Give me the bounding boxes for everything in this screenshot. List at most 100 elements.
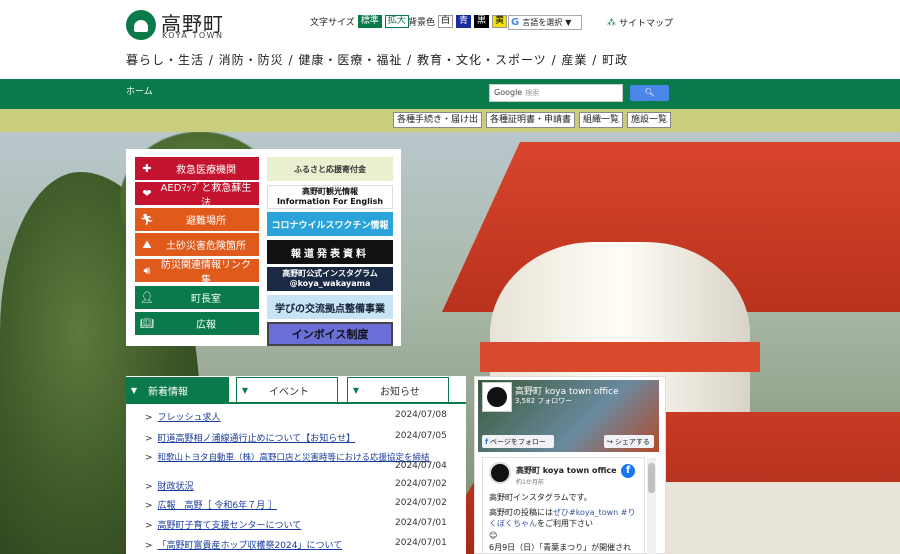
covid-vaccine-banner[interactable]: コロナウイルスワクチン情報 — [267, 212, 393, 236]
quick-link-label: 町長室 — [191, 294, 221, 305]
news-date: 2024/07/01 — [395, 518, 447, 528]
google-g-icon: G — [511, 17, 520, 28]
chevron-right-icon: > — [145, 541, 153, 551]
quick-link-label: 避難場所 — [186, 216, 226, 227]
facebook-logo-icon[interactable]: f — [621, 464, 635, 478]
press-release-banner[interactable]: 報道発表資料 — [267, 240, 393, 264]
news-item[interactable]: > 「高野町富貴産ホップ収穫祭2024」について 2024/07/01 — [145, 538, 455, 551]
news-date: 2024/07/04 — [395, 461, 447, 471]
furusato-donation-banner[interactable]: ふるさと応援寄付金 — [267, 157, 393, 181]
search-brand: Google — [494, 88, 523, 97]
facebook-scrollbar-thumb[interactable] — [648, 463, 655, 493]
news-date: 2024/07/02 — [395, 479, 447, 489]
tab-notices[interactable]: ▼ お知らせ — [347, 377, 449, 403]
facebook-post-avatar[interactable] — [489, 462, 511, 484]
instagram-banner-title: 高野町公式インスタグラム — [282, 269, 378, 278]
post-text-part: をご利用下さい — [537, 519, 593, 528]
instagram-banner[interactable]: 高野町公式インスタグラム @koya_wakayama — [267, 267, 393, 291]
news-title[interactable]: 広報 高野［ 令和6年７月 ］ — [158, 501, 277, 511]
tab-events[interactable]: ▼ イベント — [236, 377, 338, 403]
tourism-banner-title: 高野町観光情報 — [302, 187, 358, 196]
aed-map-link[interactable]: ❤ AEDﾏｯﾌﾟと救急蘇生法 — [135, 182, 259, 209]
pagoda-band — [480, 342, 760, 372]
quick-link-label: 救急医療機関 — [176, 165, 236, 176]
bg-white-button[interactable]: 白 — [438, 15, 454, 28]
facilities-button[interactable]: 施設一覧 — [627, 112, 672, 128]
news-item[interactable]: > 町道高野相ノ浦線通行止めについて【お知らせ】 2024/07/05 — [145, 431, 455, 444]
news-title[interactable]: 「高野町富貴産ホップ収穫祭2024」について — [158, 541, 343, 551]
facebook-post-text: ☺ — [489, 531, 498, 540]
font-size-standard-button[interactable]: 標準 — [357, 15, 382, 28]
bg-color-control: 背景色 白 青 黒 黄 — [408, 15, 508, 28]
font-size-large-button[interactable]: 拡大 — [384, 15, 409, 28]
sitemap-label: サイトマップ — [619, 19, 674, 29]
site-logo[interactable]: 高野町 KOYA TOWN — [126, 10, 236, 44]
organizations-button[interactable]: 組織一覧 — [579, 112, 624, 128]
bg-black-button[interactable]: 黒 — [474, 15, 490, 28]
facebook-post-author[interactable]: 高野町 koya town office — [516, 465, 617, 476]
facebook-post-time[interactable]: 約1か月前 — [516, 477, 544, 486]
evacuation-sites-link[interactable]: 🏃︎ 避難場所 — [135, 208, 259, 231]
chevron-right-icon: > — [145, 453, 153, 463]
language-select[interactable]: G 言語を選択 ▼ — [508, 15, 582, 30]
facebook-page-avatar[interactable] — [482, 382, 512, 412]
invoice-system-banner[interactable]: インボイス制度 — [267, 322, 393, 346]
disaster-links-link[interactable]: 🔊︎ 防災関連情報リンク集 — [135, 259, 259, 286]
person-icon: 👤︎ — [140, 291, 154, 304]
news-title[interactable]: 和歌山トヨタ自動車（株）高野口店と災害時等における応援協定を締結 — [158, 453, 430, 463]
bg-yellow-button[interactable]: 黄 — [492, 15, 508, 28]
quick-nav-buttons: 各種手続き・届け出 各種証明書・申請書 組織一覧 施設一覧 — [393, 112, 672, 128]
book-icon: 📖︎ — [140, 317, 154, 330]
news-title[interactable]: フレッシュ求人 — [158, 413, 221, 423]
font-size-label: 文字サイズ — [310, 18, 355, 28]
tab-label: お知らせ — [380, 387, 420, 398]
sitemap-link[interactable]: ⁂ サイトマップ — [607, 16, 674, 30]
facebook-post-text: 高野町の投稿にはぜひ#koya_town #りくぼくちゃんをご利用下さい — [489, 507, 639, 529]
news-item[interactable]: > 広報 高野［ 令和6年７月 ］ 2024/07/02 — [145, 498, 455, 511]
font-size-control: 文字サイズ 標準 拡大 — [310, 15, 409, 28]
tourism-info-banner[interactable]: 高野町観光情報 Information For English — [267, 185, 393, 209]
bg-blue-button[interactable]: 青 — [456, 15, 472, 28]
news-date: 2024/07/05 — [395, 431, 447, 441]
emergency-hospitals-link[interactable]: ✚ 救急医療機関 — [135, 157, 259, 180]
landslide-icon: ⛰ — [142, 237, 152, 251]
breadcrumb-home[interactable]: ホーム — [126, 84, 153, 97]
heart-icon: ❤ — [142, 187, 152, 200]
news-date: 2024/07/01 — [395, 538, 447, 548]
language-select-label: 言語を選択 — [522, 18, 563, 27]
news-date: 2024/07/08 — [395, 410, 447, 420]
chevron-right-icon: > — [145, 482, 153, 492]
landslide-danger-link[interactable]: ⛰ 土砂災害危険箇所 — [135, 233, 259, 256]
chevron-right-icon: > — [145, 413, 153, 423]
search-placeholder: 検索 — [525, 89, 540, 97]
certificates-button[interactable]: 各種証明書・申請書 — [486, 112, 576, 128]
news-item[interactable]: > 財政状況 2024/07/02 — [145, 479, 455, 492]
news-item[interactable]: > 高野町子育て支援センターについて 2024/07/01 — [145, 518, 455, 531]
sitemap-icon: ⁂ — [607, 17, 616, 28]
global-nav[interactable]: 暮らし・生活 / 消防・防災 / 健康・医療・福祉 / 教育・文化・スポーツ /… — [126, 51, 628, 68]
facebook-follow-button[interactable]: f ページをフォロー — [482, 435, 554, 448]
news-title[interactable]: 町道高野相ノ浦線通行止めについて【お知らせ】 — [158, 434, 356, 444]
facebook-share-button[interactable]: ↪ シェアする — [604, 435, 654, 448]
facebook-post-text: 高野町インスタグラムです。 — [489, 493, 592, 502]
procedures-button[interactable]: 各種手続き・届け出 — [393, 112, 483, 128]
tab-label: イベント — [269, 387, 309, 398]
chevron-down-icon: ▼ — [130, 385, 138, 395]
news-item[interactable]: > フレッシュ求人 2024/07/08 — [145, 410, 455, 423]
learning-hub-banner[interactable]: 学びの交流拠点整備事業 — [267, 295, 393, 319]
quick-link-label: 土砂災害危険箇所 — [166, 241, 246, 252]
search-button[interactable]: 🔍︎ — [630, 85, 669, 101]
public-relations-link[interactable]: 📖︎ 広報 — [135, 312, 259, 335]
news-title[interactable]: 高野町子育て支援センターについて — [158, 521, 302, 531]
news-title[interactable]: 財政状況 — [158, 482, 194, 492]
search-input[interactable]: Google 検索 — [489, 84, 623, 102]
tab-new-info[interactable]: ▼ 新着情報 — [126, 377, 229, 403]
instagram-handle: @koya_wakayama — [289, 279, 371, 288]
mayor-office-link[interactable]: 👤︎ 町長室 — [135, 286, 259, 309]
news-item[interactable]: > 和歌山トヨタ自動車（株）高野口店と災害時等における応援協定を締結 2024/0… — [145, 451, 455, 471]
search-icon: 🔍︎ — [644, 88, 655, 97]
town-emblem-icon — [126, 10, 156, 40]
chevron-right-icon: > — [145, 434, 153, 444]
chevron-down-icon: ▼ — [352, 386, 360, 395]
post-text-part: 高野町の投稿には — [489, 508, 553, 517]
